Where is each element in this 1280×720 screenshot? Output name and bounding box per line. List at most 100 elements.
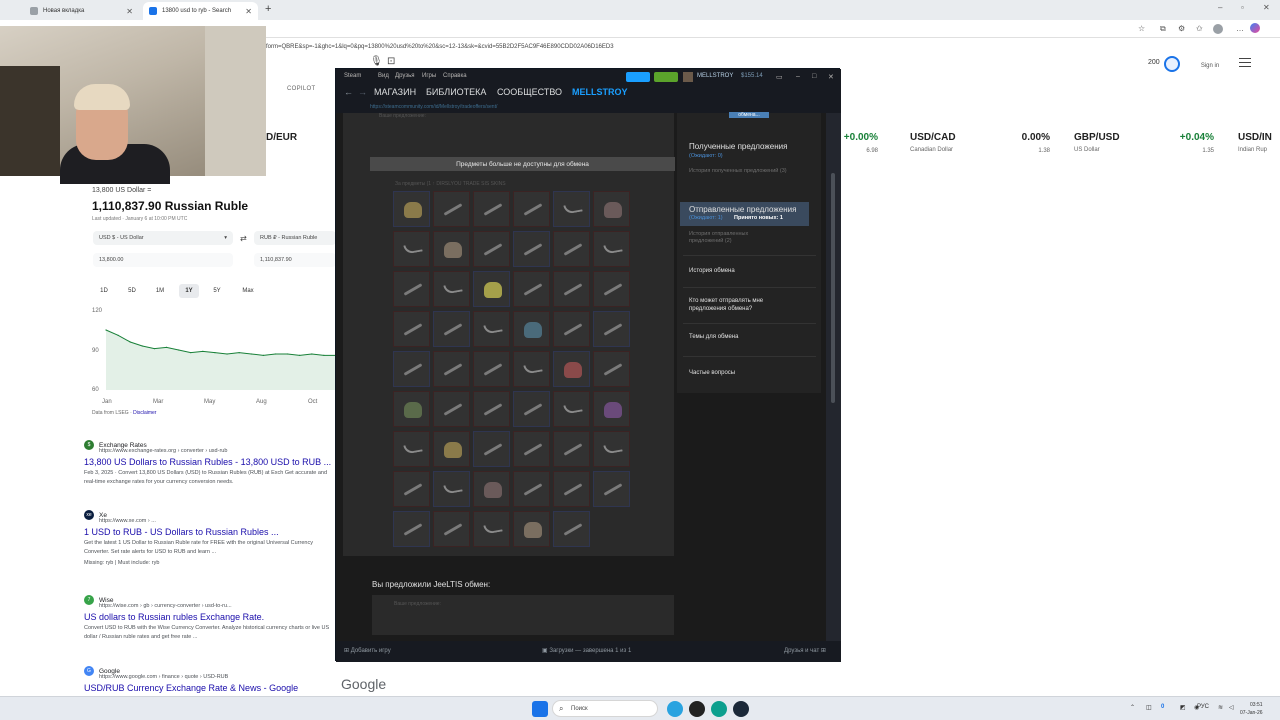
trade-item-cell[interactable] — [513, 191, 550, 227]
maximize-icon[interactable]: ▫ — [1241, 3, 1244, 12]
friends-chat-button[interactable]: Друзья и чат ⊞ — [784, 647, 826, 654]
trade-item-cell[interactable] — [513, 431, 550, 467]
steam-menu-help[interactable]: Справка — [443, 73, 467, 79]
profile-avatar[interactable] — [1213, 24, 1223, 34]
tray-icon[interactable]: ◩ — [1180, 704, 1186, 711]
trade-item-cell[interactable] — [513, 511, 550, 547]
volume-icon[interactable]: ◁ — [1229, 704, 1234, 711]
range-5d[interactable]: 5D — [122, 284, 142, 298]
who-can-send-link[interactable]: Кто может отправлять мне предложения обм… — [689, 297, 789, 313]
favorites-icon[interactable]: ✩ — [1196, 24, 1203, 33]
trade-item-cell[interactable] — [393, 231, 430, 267]
hamburger-menu-icon[interactable] — [1239, 58, 1251, 68]
trade-item-cell[interactable] — [553, 231, 590, 267]
trade-item-cell[interactable] — [553, 431, 590, 467]
result-title-link[interactable]: US dollars to Russian rubles Exchange Ra… — [84, 612, 336, 622]
to-currency-select[interactable]: RUB ₽ - Russian Ruble — [254, 231, 336, 245]
trade-history-link[interactable]: История обмена — [689, 268, 735, 274]
steam-account-name[interactable]: MELLSTROY — [697, 73, 733, 79]
steam-menu-friends[interactable]: Друзья — [395, 73, 414, 79]
ticker-gbp-usd[interactable]: GBP/USD US Dollar +0.04% 1.35 — [1074, 132, 1224, 162]
trade-item-cell[interactable] — [433, 351, 470, 387]
sign-in-button[interactable]: Sign in — [1190, 58, 1230, 74]
from-currency-select[interactable]: USD $ - US Dollar ▾ — [93, 231, 233, 245]
faq-link[interactable]: Частые вопросы — [689, 370, 735, 376]
close-window-icon[interactable]: ✕ — [1263, 3, 1270, 12]
disclaimer-link[interactable]: Disclaimer — [133, 410, 156, 416]
received-offers-link[interactable]: Полученные предложения — [689, 142, 787, 151]
steam-taskbar-icon[interactable] — [733, 701, 749, 717]
telegram-icon[interactable] — [667, 701, 683, 717]
trade-item-cell[interactable] — [473, 511, 510, 547]
favorite-star-icon[interactable]: ☆ — [1138, 24, 1145, 33]
trade-item-cell[interactable] — [393, 351, 430, 387]
mic-icon[interactable]: 🎙 — [370, 56, 383, 67]
start-icon[interactable] — [532, 701, 548, 717]
trade-item-cell[interactable] — [513, 311, 550, 347]
trade-item-cell[interactable] — [553, 271, 590, 307]
trade-item-cell[interactable] — [553, 311, 590, 347]
steam-nav-profile[interactable]: MELLSTROY — [572, 87, 628, 97]
trade-item-cell[interactable] — [593, 271, 630, 307]
trade-item-cell[interactable] — [593, 431, 630, 467]
trade-item-cell[interactable] — [433, 191, 470, 227]
result-title-link[interactable]: 13,800 US Dollars to Russian Rubles - 13… — [84, 457, 336, 467]
result-title-link[interactable]: USD/RUB Currency Exchange Rate & News - … — [84, 683, 336, 693]
ticker-usd-cad[interactable]: USD/CAD Canadian Dollar 0.00% 1.38 — [910, 132, 1060, 162]
steam-bigpicture-icon[interactable]: ▭ — [776, 73, 783, 81]
trade-item-cell[interactable] — [393, 271, 430, 307]
steam-menu-games[interactable]: Игры — [422, 73, 436, 79]
steam-back-icon[interactable]: ← — [344, 87, 353, 97]
trade-item-cell[interactable] — [593, 311, 630, 347]
result-title-link[interactable]: 1 USD to RUB - US Dollars to Russian Rub… — [84, 527, 336, 537]
tab-close-icon[interactable]: ✕ — [126, 7, 133, 16]
trade-item-cell[interactable] — [473, 431, 510, 467]
tab-new-tab[interactable]: Новая вкладка ✕ — [24, 2, 139, 20]
taskbar-search[interactable]: ⌕ Поиск — [552, 700, 658, 717]
trade-item-cell[interactable] — [393, 511, 430, 547]
split-screen-icon[interactable]: ⧉ — [1160, 24, 1166, 34]
range-1d[interactable]: 1D — [94, 284, 114, 298]
add-game-button[interactable]: ⊞ Добавить игру — [344, 647, 391, 654]
steam-minimize-icon[interactable]: – — [796, 73, 800, 80]
trade-item-cell[interactable] — [593, 191, 630, 227]
trade-item-cell[interactable] — [393, 191, 430, 227]
steam-avatar[interactable] — [683, 72, 693, 82]
trade-item-cell[interactable] — [513, 391, 550, 427]
trade-item-cell[interactable] — [473, 351, 510, 387]
downloads-status[interactable]: ▣ Загрузки — завершена 1 из 1 — [542, 647, 631, 654]
trade-item-cell[interactable] — [553, 351, 590, 387]
trade-item-cell[interactable] — [433, 271, 470, 307]
to-amount-input[interactable]: 1,110,837.90 — [254, 253, 336, 267]
range-1y[interactable]: 1Y — [179, 284, 199, 298]
trade-item-cell[interactable] — [433, 311, 470, 347]
received-history-link[interactable]: История полученных предложений (3) — [689, 168, 804, 175]
trade-item-cell[interactable] — [553, 191, 590, 227]
trade-item-cell[interactable] — [433, 471, 470, 507]
trade-item-cell[interactable] — [513, 471, 550, 507]
steam-notification-icon[interactable] — [654, 72, 678, 82]
trade-item-cell[interactable] — [553, 391, 590, 427]
trade-item-cell[interactable] — [393, 311, 430, 347]
sidebar-top-button[interactable]: обмена... — [729, 112, 769, 118]
edge-icon[interactable] — [711, 701, 727, 717]
trade-topics-link[interactable]: Темы для обмена — [689, 334, 738, 340]
more-menu-icon[interactable]: … — [1236, 24, 1244, 33]
tab-search[interactable]: 13800 usd to ryb - Search ✕ — [143, 2, 258, 20]
steam-forward-icon[interactable]: → — [358, 87, 367, 97]
tray-app-icon[interactable]: 0 — [1161, 704, 1164, 710]
swap-currency-icon[interactable]: ⇄ — [240, 234, 247, 243]
tray-chevron-icon[interactable]: ⌃ — [1130, 704, 1135, 711]
trade-item-cell[interactable] — [393, 431, 430, 467]
trade-item-cell[interactable] — [473, 231, 510, 267]
trade-item-cell[interactable] — [393, 391, 430, 427]
copilot-tab[interactable]: COPILOT — [287, 86, 315, 92]
trade-item-cell[interactable] — [473, 391, 510, 427]
trade-item-cell[interactable] — [593, 351, 630, 387]
range-5y[interactable]: 5Y — [207, 284, 227, 298]
visual-search-icon[interactable]: ⊡ — [387, 56, 395, 67]
wifi-icon[interactable]: ≋ — [1218, 704, 1223, 711]
steam-nav-community[interactable]: СООБЩЕСТВО — [497, 87, 562, 97]
trade-item-cell[interactable] — [473, 271, 510, 307]
ticker-usd-inr[interactable]: USD/IN Indian Rup — [1238, 132, 1280, 162]
